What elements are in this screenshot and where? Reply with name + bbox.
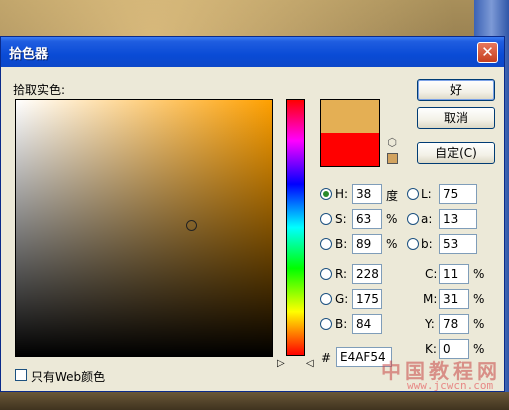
lab-b-field[interactable]: 53 <box>439 234 477 254</box>
rgb-b-field[interactable]: 84 <box>352 314 382 334</box>
h-unit: 度 <box>386 189 399 203</box>
web-only-label: 只有Web颜色 <box>31 370 106 384</box>
c-field[interactable]: 11 <box>439 264 469 284</box>
hex-label: # <box>321 351 332 365</box>
m-label: M: <box>423 292 438 306</box>
b-unit: % <box>386 237 398 251</box>
color-cursor[interactable] <box>186 220 197 231</box>
cube-icon[interactable]: ⬡ <box>386 137 398 149</box>
radio-b[interactable] <box>320 238 332 250</box>
close-button[interactable]: ✕ <box>477 42 498 63</box>
r-field[interactable]: 228 <box>352 264 382 284</box>
b-label: B: <box>335 237 348 251</box>
watermark: 中国教程网 www.jcwcn.com <box>381 355 503 392</box>
slider-arrow-left-icon[interactable]: ▷ <box>277 358 285 369</box>
radio-lab-b[interactable] <box>407 238 419 250</box>
c-label: C: <box>425 267 438 281</box>
g-label: G: <box>335 292 349 306</box>
current-color-swatch[interactable] <box>320 133 380 167</box>
k-label: K: <box>425 342 437 356</box>
web-only-checkbox[interactable] <box>15 369 27 381</box>
y-label: Y: <box>425 317 435 331</box>
custom-button[interactable]: 自定(C) <box>417 142 495 164</box>
radio-l[interactable] <box>407 188 419 200</box>
lab-b-label: b: <box>421 237 433 251</box>
radio-rgb-b[interactable] <box>320 318 332 330</box>
color-picker-dialog: 拾色器 ✕ 拾取实色: ▷ ◁ ⬡ 好 取消 自定(C) H: 38 度 S: … <box>0 36 505 392</box>
pick-label: 拾取实色: <box>13 83 66 97</box>
radio-g[interactable] <box>320 293 332 305</box>
h-field[interactable]: 38 <box>352 184 382 204</box>
l-field[interactable]: 75 <box>439 184 477 204</box>
y-field[interactable]: 78 <box>439 314 469 334</box>
hue-slider[interactable] <box>286 99 305 356</box>
s-label: S: <box>335 212 347 226</box>
radio-s[interactable] <box>320 213 332 225</box>
radio-a[interactable] <box>407 213 419 225</box>
r-label: R: <box>335 267 348 281</box>
watermark-url: www.jcwcn.com <box>407 379 494 392</box>
dialog-title: 拾色器 <box>9 47 49 62</box>
web-safe-swatch[interactable] <box>387 153 398 164</box>
close-icon: ✕ <box>481 43 494 61</box>
g-field[interactable]: 175 <box>352 289 382 309</box>
new-color-swatch <box>320 99 380 133</box>
background-bottom <box>0 392 509 410</box>
radio-r[interactable] <box>320 268 332 280</box>
color-field[interactable] <box>15 99 273 357</box>
slider-arrow-right-icon[interactable]: ◁ <box>306 358 314 369</box>
l-label: L: <box>421 187 432 201</box>
title-bar: 拾色器 ✕ <box>1 37 504 67</box>
k-unit: % <box>473 342 485 356</box>
c-unit: % <box>473 267 485 281</box>
a-label: a: <box>421 212 433 226</box>
s-field[interactable]: 63 <box>352 209 382 229</box>
m-unit: % <box>473 292 485 306</box>
s-unit: % <box>386 212 398 226</box>
m-field[interactable]: 31 <box>439 289 469 309</box>
cancel-button[interactable]: 取消 <box>417 107 495 129</box>
a-field[interactable]: 13 <box>439 209 477 229</box>
ok-button[interactable]: 好 <box>417 79 495 101</box>
y-unit: % <box>473 317 485 331</box>
rgb-b-label: B: <box>335 317 348 331</box>
b-field[interactable]: 89 <box>352 234 382 254</box>
h-label: H: <box>335 187 349 201</box>
radio-h[interactable] <box>320 188 332 200</box>
